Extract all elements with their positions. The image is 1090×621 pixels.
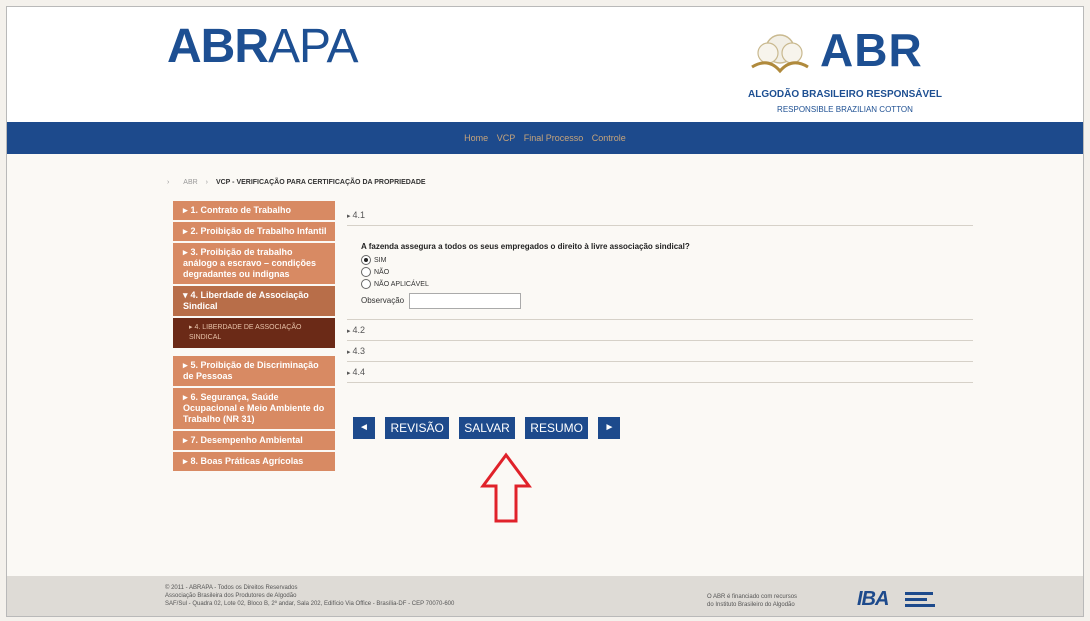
- previous-button[interactable]: ◄: [353, 417, 375, 439]
- chevron-right-icon: ▸: [347, 370, 351, 377]
- footer-funding-note: O ABR é financiado com recursos do Insti…: [707, 594, 798, 608]
- section-header-4-2[interactable]: ▸ 4.2: [347, 320, 973, 341]
- nav-item-home[interactable]: Home: [464, 122, 488, 154]
- breadcrumb-root[interactable]: ABR: [183, 179, 197, 186]
- section-body-4-1: A fazenda assegura a todos os seus empre…: [347, 226, 973, 320]
- next-button[interactable]: ►: [598, 417, 621, 439]
- chevron-right-icon: ▸: [183, 392, 188, 402]
- sidebar-item-3[interactable]: ▸ 3. Proibição de trabalho análogo a escr…: [173, 243, 335, 286]
- questionnaire-panel: ▸ 4.1 A fazenda assegura a todos os seus …: [347, 205, 973, 383]
- question-text: A fazenda assegura a todos os seus empre…: [361, 242, 690, 251]
- chevron-right-icon: ▸: [347, 213, 351, 220]
- action-buttons: ◄ REVISÃO SALVAR RESUMO ►: [353, 417, 626, 441]
- nav-item-vcp[interactable]: VCP: [497, 122, 516, 154]
- chevron-right-icon: ▸: [347, 349, 351, 356]
- nav-item-final-processo[interactable]: Final Processo: [524, 122, 584, 154]
- chevron-right-icon: ▸: [183, 247, 188, 257]
- radio-button[interactable]: [361, 267, 371, 278]
- breadcrumb: › ABR › VCP - VERIFICAÇÃO PARA CERTIFICA…: [167, 179, 426, 186]
- radio-option-sim[interactable]: SIM: [361, 255, 973, 267]
- chevron-right-icon: ▸: [347, 328, 351, 335]
- chevron-right-icon: ▸: [183, 226, 188, 236]
- cotton-flower-icon: [751, 34, 809, 74]
- breadcrumb-current: VCP - VERIFICAÇÃO PARA CERTIFICAÇÃO DA P…: [215, 179, 426, 186]
- sidebar-item-4[interactable]: ▾ 4. Liberdade de Associação Sindical: [173, 286, 335, 318]
- summary-button[interactable]: RESUMO: [525, 417, 588, 439]
- chevron-right-icon: ▸: [183, 360, 188, 370]
- browser-page: ABRAPA ABR ALGODÃO BRASILEIRO RESPONSÁVE…: [6, 6, 1084, 617]
- sidebar-item-7[interactable]: ▸ 7. Desempenho Ambiental: [173, 431, 335, 452]
- chevron-right-icon: ▸: [183, 435, 188, 445]
- radio-button[interactable]: [361, 255, 371, 266]
- sidebar-item-1[interactable]: ▸ 1. Contrato de Trabalho: [173, 201, 335, 222]
- save-button[interactable]: SALVAR: [459, 417, 515, 439]
- radio-option-nao[interactable]: NÃO: [361, 267, 973, 279]
- chevron-right-icon: ▸: [183, 456, 188, 466]
- radio-option-nao-aplicavel[interactable]: NÃO APLICÁVEL: [361, 279, 973, 291]
- sidebar-item-2[interactable]: ▸ 2. Proibição de Trabalho Infantil: [173, 222, 335, 243]
- observation-row: Observação: [361, 293, 973, 309]
- section-header-4-1[interactable]: ▸ 4.1: [347, 205, 973, 226]
- site-header: ABRAPA ABR ALGODÃO BRASILEIRO RESPONSÁVE…: [7, 7, 1083, 122]
- observation-input[interactable]: [409, 293, 522, 309]
- site-footer: © 2011 - ABRAPA - Todos os Direitos Rese…: [7, 576, 1083, 616]
- chevron-right-icon: ▸: [183, 205, 188, 215]
- review-button[interactable]: REVISÃO: [385, 417, 449, 439]
- section-header-4-4[interactable]: ▸ 4.4: [347, 362, 973, 383]
- abrapa-logo[interactable]: ABRAPA: [167, 19, 358, 74]
- sidebar-item-8[interactable]: ▸ 8. Boas Práticas Agrícolas: [173, 452, 335, 473]
- nav-item-controle[interactable]: Controle: [592, 122, 626, 154]
- top-nav: Home VCP Final Processo Controle: [7, 122, 1083, 154]
- red-arrow-annotation-icon: [480, 452, 532, 523]
- sidebar-item-5[interactable]: ▸ 5. Proibição de Discriminação de Pessoa…: [173, 356, 335, 388]
- sidebar-menu: ▸ 1. Contrato de Trabalho ▸ 2. Proibição d…: [173, 201, 335, 473]
- abr-logo[interactable]: ABR ALGODÃO BRASILEIRO RESPONSÁVEL RESPO…: [740, 21, 950, 121]
- footer-copyright: © 2011 - ABRAPA - Todos os Direitos Rese…: [165, 585, 455, 607]
- iba-logo[interactable]: IBA: [857, 588, 889, 611]
- observation-label: Observação: [361, 296, 405, 306]
- sidebar-item-6[interactable]: ▸ 6. Segurança, Saúde Ocupacional e Meio …: [173, 388, 335, 431]
- sidebar-subitem-4[interactable]: ▸ 4. LIBERDADE DE ASSOCIAÇÃO SINDICAL: [173, 318, 335, 356]
- iba-logo-stripes-icon: [905, 592, 935, 607]
- chevron-down-icon: ▾: [183, 290, 188, 300]
- radio-button[interactable]: [361, 279, 371, 290]
- section-header-4-3[interactable]: ▸ 4.3: [347, 341, 973, 362]
